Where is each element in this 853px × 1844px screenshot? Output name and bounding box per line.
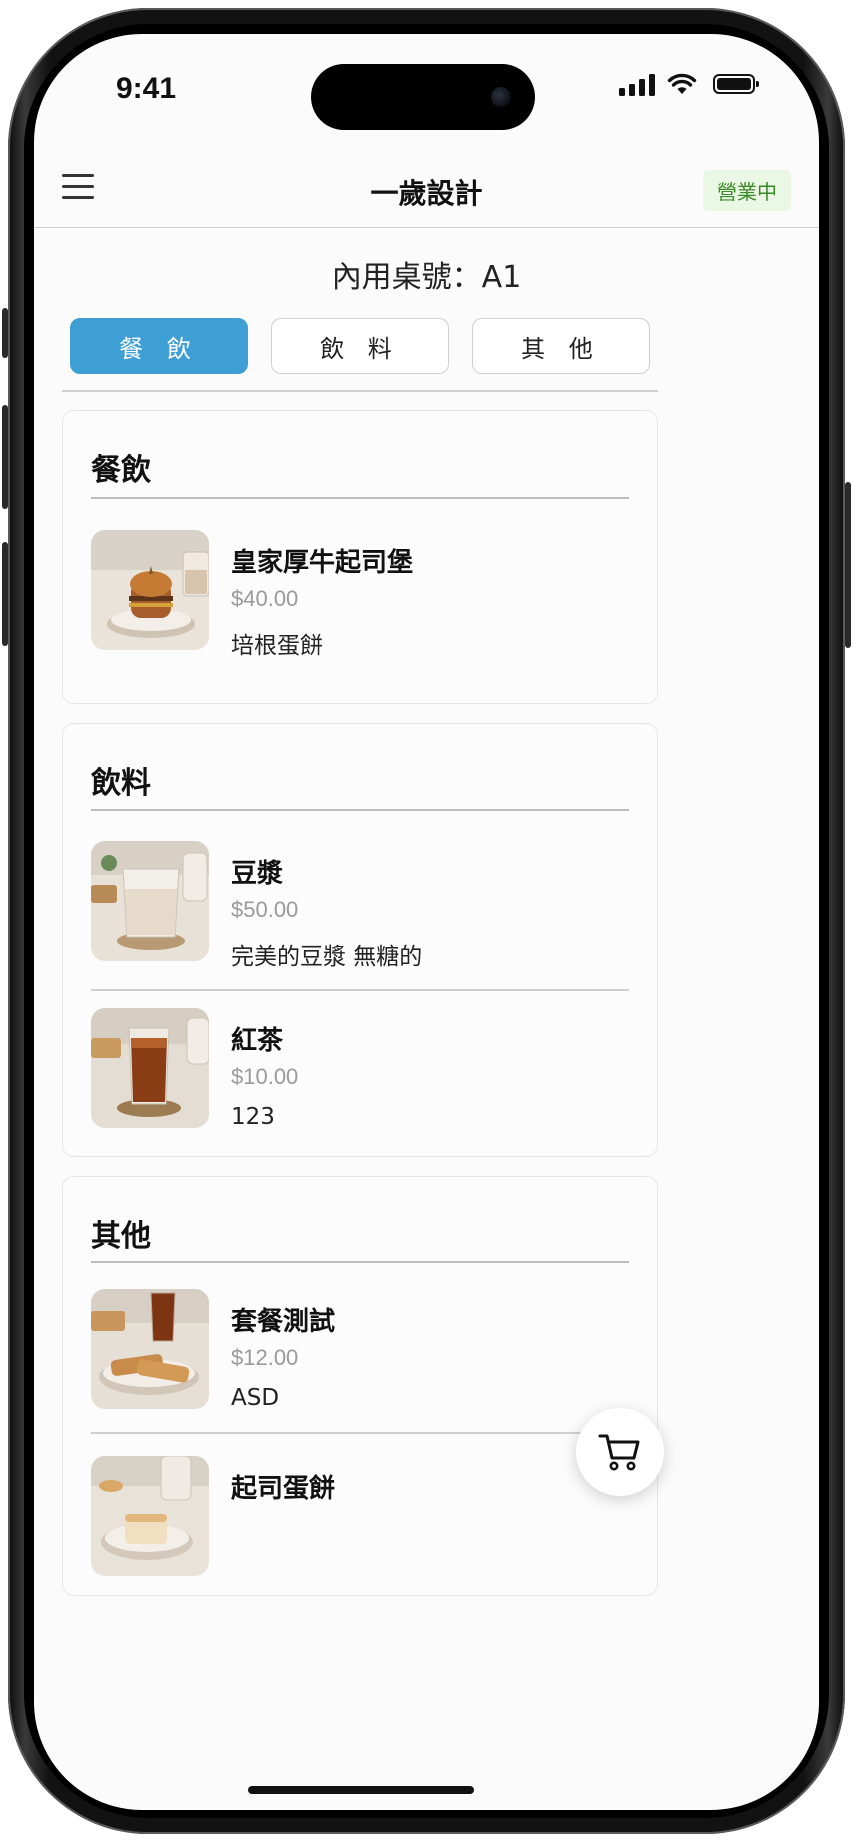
item-price: $10.00 bbox=[231, 1064, 299, 1089]
menu-item[interactable]: 起司蛋餅 bbox=[91, 1456, 629, 1578]
menu-item[interactable]: 套餐測試 $12.00 ASD bbox=[91, 1289, 629, 1411]
item-name: 套餐測試 bbox=[231, 1307, 336, 1337]
menu-item[interactable]: 皇家厚牛起司堡 $40.00 培根蛋餅 bbox=[91, 530, 629, 659]
category-title: 其他 bbox=[91, 1219, 151, 1254]
power-button bbox=[845, 482, 851, 648]
combo-meal-photo bbox=[91, 1289, 209, 1409]
item-description: 培根蛋餅 bbox=[231, 633, 323, 659]
cheese-egg-pancake-photo bbox=[91, 1456, 209, 1576]
black-tea-photo bbox=[91, 1008, 209, 1128]
item-description: ASD bbox=[231, 1385, 280, 1411]
item-price: $40.00 bbox=[231, 586, 299, 611]
item-divider bbox=[91, 989, 629, 991]
wifi-icon bbox=[667, 73, 697, 94]
item-name: 豆漿 bbox=[231, 859, 284, 889]
category-divider bbox=[91, 1261, 629, 1263]
tab-meals[interactable]: 餐 飲 bbox=[70, 318, 248, 374]
soy-milk-photo bbox=[91, 841, 209, 961]
front-camera bbox=[491, 87, 511, 107]
category-divider bbox=[91, 809, 629, 811]
category-card-drinks: 飲料 豆漿 $50.00 完美的豆漿 無糖的 紅茶 $10.00 123 bbox=[62, 723, 658, 1157]
tabs-divider bbox=[62, 390, 658, 392]
top-nav-bar: 一歲設計 營業中 bbox=[34, 134, 819, 228]
battery-icon bbox=[713, 74, 759, 94]
status-time: 9:41 bbox=[116, 72, 177, 105]
phone-screen: 9:41 一歲設計 營業中 內用桌號：A1 餐 飲 飲 料 其 他 餐飲 皇家厚… bbox=[34, 34, 819, 1810]
item-name: 皇家厚牛起司堡 bbox=[231, 548, 414, 578]
item-name: 起司蛋餅 bbox=[231, 1474, 336, 1504]
category-title: 飲料 bbox=[91, 766, 151, 801]
item-description: 完美的豆漿 無糖的 bbox=[231, 944, 423, 970]
item-price: $50.00 bbox=[231, 897, 299, 922]
category-divider bbox=[91, 497, 629, 499]
tab-others[interactable]: 其 他 bbox=[472, 318, 650, 374]
item-divider bbox=[91, 1432, 629, 1434]
dynamic-island bbox=[311, 64, 535, 130]
table-number-label: 內用桌號：A1 bbox=[331, 260, 522, 295]
category-card-others: 其他 套餐測試 $12.00 ASD 起司蛋餅 bbox=[62, 1176, 658, 1596]
item-price: $12.00 bbox=[231, 1345, 299, 1370]
tab-drinks[interactable]: 飲 料 bbox=[271, 318, 449, 374]
cellular-signal-icon bbox=[619, 72, 655, 96]
menu-item[interactable]: 豆漿 $50.00 完美的豆漿 無糖的 bbox=[91, 841, 629, 970]
status-badge: 營業中 bbox=[703, 170, 791, 211]
category-title: 餐飲 bbox=[91, 453, 151, 488]
home-indicator[interactable] bbox=[248, 1786, 474, 1794]
item-description: 123 bbox=[231, 1104, 275, 1130]
category-card-meals: 餐飲 皇家厚牛起司堡 $40.00 培根蛋餅 bbox=[62, 410, 658, 704]
category-tabs: 餐 飲 飲 料 其 他 bbox=[70, 318, 650, 374]
status-icons bbox=[619, 72, 759, 96]
shopping-cart-icon bbox=[598, 1434, 640, 1471]
item-name: 紅茶 bbox=[231, 1026, 284, 1056]
burger-photo bbox=[91, 530, 209, 650]
app-title: 一歲設計 bbox=[370, 177, 483, 210]
cart-button[interactable] bbox=[576, 1408, 664, 1496]
menu-item[interactable]: 紅茶 $10.00 123 bbox=[91, 1008, 629, 1130]
